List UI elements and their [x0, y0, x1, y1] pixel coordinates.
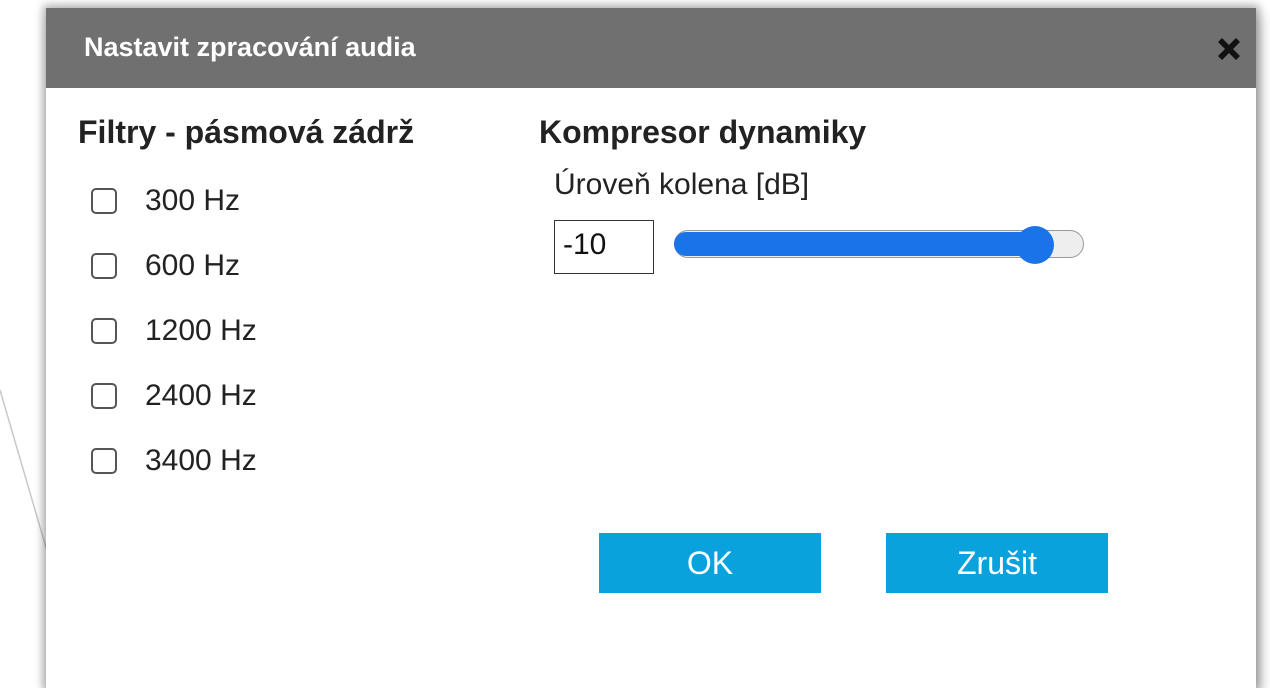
filter-checkbox-1200[interactable] — [91, 317, 117, 344]
filter-label-2400: 2400 Hz — [145, 378, 257, 412]
dialog-titlebar: Nastavit zpracování audia — [46, 8, 1256, 88]
filter-label-1200: 1200 Hz — [145, 313, 257, 347]
filter-checkbox-600[interactable] — [91, 252, 117, 279]
dialog-title: Nastavit zpracování audia — [84, 32, 416, 62]
filter-item-600: 600 Hz — [91, 233, 257, 298]
filter-checkbox-3400[interactable] — [91, 447, 117, 474]
knee-level-input[interactable]: -10 — [554, 220, 654, 274]
filter-label-600: 600 Hz — [145, 248, 241, 282]
filter-item-300: 300 Hz — [91, 168, 257, 233]
filter-list: 300 Hz 600 Hz 1200 Hz 2400 Hz 3400 Hz — [91, 168, 257, 493]
audio-processing-dialog: Nastavit zpracování audia Filtry - pásmo… — [46, 8, 1256, 688]
filter-checkbox-300[interactable] — [91, 187, 117, 214]
cancel-button[interactable]: Zrušit — [886, 533, 1108, 593]
knee-level-slider[interactable] — [674, 226, 1084, 264]
slider-thumb[interactable] — [1016, 226, 1054, 264]
ok-button[interactable]: OK — [599, 533, 821, 593]
filters-heading: Filtry - pásmová zádrž — [78, 114, 415, 150]
knee-level-label: Úroveň kolena [dB] — [554, 168, 810, 201]
filter-item-2400: 2400 Hz — [91, 363, 257, 428]
filter-checkbox-2400[interactable] — [91, 382, 117, 409]
filter-label-3400: 3400 Hz — [145, 443, 257, 477]
filter-item-3400: 3400 Hz — [91, 428, 257, 493]
slider-fill — [674, 232, 1035, 256]
filter-item-1200: 1200 Hz — [91, 298, 257, 363]
close-icon[interactable] — [1214, 34, 1244, 64]
compressor-heading: Kompresor dynamiky — [539, 114, 867, 150]
filter-label-300: 300 Hz — [145, 183, 241, 217]
